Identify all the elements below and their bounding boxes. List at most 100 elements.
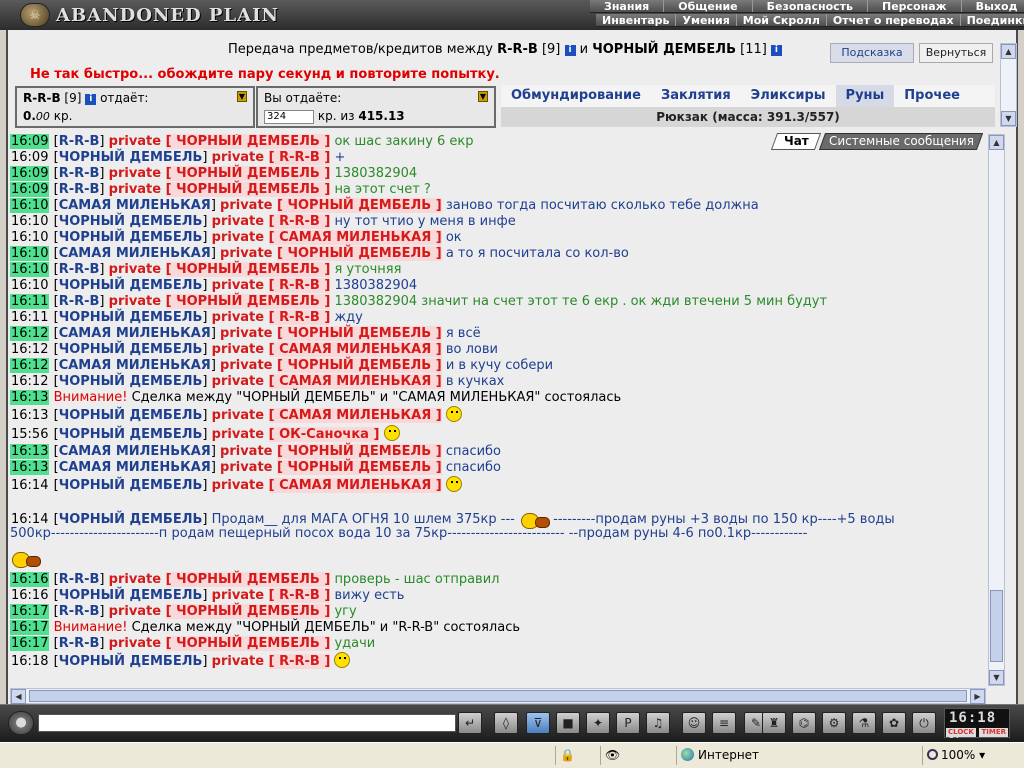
sender-nick[interactable]: ЧОРНЫЙ ДЕМБЕЛЬ: [59, 374, 203, 389]
give-amount-input[interactable]: [264, 109, 314, 124]
log-icon[interactable]: ≡: [712, 712, 736, 734]
recipient-nick[interactable]: [ ЧОРНЫЙ ДЕМБЕЛЬ ]: [165, 604, 331, 619]
recipient-nick[interactable]: [ R-R-B ]: [268, 588, 331, 603]
scroll-thumb[interactable]: [990, 590, 1003, 662]
recipient-nick[interactable]: [ ЧОРНЫЙ ДЕМБЕЛЬ ]: [165, 134, 331, 149]
shield-icon[interactable]: ▼: [237, 91, 247, 102]
recipient-nick[interactable]: [ САМАЯ МИЛЕНЬКАЯ ]: [268, 230, 442, 245]
recipient-nick[interactable]: [ ЧОРНЫЙ ДЕМБЕЛЬ ]: [277, 460, 442, 475]
scroll-right-icon[interactable]: ▶: [970, 689, 985, 704]
tab-inventory[interactable]: Обмундирование: [501, 85, 651, 107]
recipient-nick[interactable]: [ САМАЯ МИЛЕНЬКАЯ ]: [268, 374, 442, 389]
tab-inventory[interactable]: Руны: [835, 85, 895, 107]
sender-nick[interactable]: ЧОРНЫЙ ДЕМБЕЛЬ: [59, 342, 203, 357]
menu-item[interactable]: Общение: [664, 0, 753, 13]
sender-nick[interactable]: ЧОРНЫЙ ДЕМБЕЛЬ: [59, 150, 203, 165]
user1-name[interactable]: R-R-B: [497, 42, 538, 57]
sender-nick[interactable]: R-R-B: [59, 166, 100, 181]
recipient-nick[interactable]: [ ЧОРНЫЙ ДЕМБЕЛЬ ]: [277, 444, 442, 459]
scroll-left-icon[interactable]: ◀: [11, 689, 26, 704]
sender-nick[interactable]: САМАЯ МИЛЕНЬКАЯ: [59, 358, 211, 373]
recipient-nick[interactable]: [ САМАЯ МИЛЕНЬКАЯ ]: [268, 478, 442, 493]
recipient-nick[interactable]: [ ЧОРНЫЙ ДЕМБЕЛЬ ]: [165, 572, 331, 587]
header-scrollbar[interactable]: ▲ ▼: [1000, 43, 1017, 127]
menu-item[interactable]: Выход: [962, 0, 1024, 13]
shield-icon[interactable]: ▼: [478, 91, 488, 102]
recipient-nick[interactable]: [ ЧОРНЫЙ ДЕМБЕЛЬ ]: [165, 166, 331, 181]
potion-icon[interactable]: ⚗: [852, 712, 876, 734]
recipient-nick[interactable]: [ ЧОРНЫЙ ДЕМБЕЛЬ ]: [277, 358, 442, 373]
recipient-nick[interactable]: [ ЧОРНЫЙ ДЕМБЕЛЬ ]: [277, 326, 442, 341]
sound-icon[interactable]: ♫: [646, 712, 670, 734]
sender-nick[interactable]: ЧОРНЫЙ ДЕМБЕЛЬ: [59, 654, 203, 669]
sender-nick[interactable]: САМАЯ МИЛЕНЬКАЯ: [59, 444, 211, 459]
sender-nick[interactable]: ЧОРНЫЙ ДЕМБЕЛЬ: [59, 427, 203, 442]
scroll-down-icon[interactable]: ▼: [1001, 111, 1016, 126]
submenu-item[interactable]: Отчет о переводах: [827, 14, 961, 27]
exit-icon[interactable]: ⏻: [912, 712, 936, 734]
menu-item[interactable]: Безопасность: [753, 0, 868, 13]
chat-mode-icon[interactable]: ●: [8, 711, 34, 735]
menu-item[interactable]: Знания: [590, 0, 665, 13]
recipient-nick[interactable]: [ ЧОРНЫЙ ДЕМБЕЛЬ ]: [277, 198, 442, 213]
game-clock[interactable]: 16:18 37 CLOCKTIMER: [944, 708, 1010, 741]
hint-button[interactable]: Подсказка: [830, 43, 914, 63]
menu-item[interactable]: Персонаж: [868, 0, 962, 13]
fight-icon[interactable]: ✦: [586, 712, 610, 734]
recipient-nick[interactable]: [ R-R-B ]: [268, 150, 331, 165]
sender-nick[interactable]: ЧОРНЫЙ ДЕМБЕЛЬ: [59, 408, 203, 423]
recipient-nick[interactable]: [ ЧОРНЫЙ ДЕМБЕЛЬ ]: [165, 294, 331, 309]
partner-info-icon[interactable]: i: [85, 94, 97, 105]
submenu-item[interactable]: Умения: [676, 14, 737, 27]
submenu-item[interactable]: Поединки: [961, 14, 1024, 27]
recipient-nick[interactable]: [ ОК-Саночка ]: [268, 427, 380, 442]
sender-nick[interactable]: САМАЯ МИЛЕНЬКАЯ: [59, 246, 211, 261]
sender-nick[interactable]: R-R-B: [59, 262, 100, 277]
smiley-icon[interactable]: ☺: [682, 712, 706, 734]
enter-icon[interactable]: ↵: [458, 712, 482, 734]
recipient-nick[interactable]: [ ЧОРНЫЙ ДЕМБЕЛЬ ]: [165, 262, 331, 277]
sender-nick[interactable]: R-R-B: [59, 636, 100, 651]
recipient-nick[interactable]: [ ЧОРНЫЙ ДЕМБЕЛЬ ]: [277, 246, 442, 261]
sender-nick[interactable]: ЧОРНЫЙ ДЕМБЕЛЬ: [59, 230, 203, 245]
recipient-nick[interactable]: [ R-R-B ]: [268, 310, 331, 325]
scroll-icon[interactable]: ⌬: [792, 712, 816, 734]
back-button[interactable]: Вернуться: [919, 43, 993, 63]
sender-nick[interactable]: R-R-B: [59, 572, 100, 587]
recipient-nick[interactable]: [ R-R-B ]: [268, 278, 331, 293]
filter-icon[interactable]: ⊽: [526, 712, 550, 734]
zoom-control[interactable]: 100% ▾: [922, 746, 1020, 765]
submenu-item[interactable]: Инвентарь: [596, 14, 677, 27]
bookmark-icon[interactable]: ■: [556, 712, 580, 734]
settings-icon[interactable]: ⚙: [822, 712, 846, 734]
user1-info-icon[interactable]: i: [564, 45, 576, 56]
submenu-item[interactable]: Мой Скролл: [737, 14, 827, 27]
recipient-nick[interactable]: [ САМАЯ МИЛЕНЬКАЯ ]: [268, 408, 442, 423]
translit-icon[interactable]: P: [616, 712, 640, 734]
recipient-nick[interactable]: [ САМАЯ МИЛЕНЬКАЯ ]: [268, 342, 442, 357]
partner-name[interactable]: R-R-B: [23, 91, 61, 105]
chat-scrollbar[interactable]: ▲ ▼: [988, 134, 1005, 686]
sender-nick[interactable]: R-R-B: [59, 182, 100, 197]
tab-inventory[interactable]: Прочее: [894, 85, 970, 107]
eraser-icon[interactable]: ◊: [494, 712, 518, 734]
clan-icon[interactable]: ✿: [882, 712, 906, 734]
user2-name[interactable]: ЧОРНЫЙ ДЕМБЕЛЬ: [592, 42, 736, 57]
recipient-nick[interactable]: [ R-R-B ]: [268, 214, 331, 229]
sender-nick[interactable]: R-R-B: [59, 294, 100, 309]
chat-hscrollbar[interactable]: ◀ ▶: [10, 688, 986, 704]
hscroll-thumb[interactable]: [29, 690, 967, 702]
sender-nick[interactable]: САМАЯ МИЛЕНЬКАЯ: [59, 460, 211, 475]
chat-log[interactable]: 16:09 [R-R-B] private [ ЧОРНЫЙ ДЕМБЕЛЬ ]…: [10, 134, 986, 686]
sender-nick[interactable]: R-R-B: [59, 134, 100, 149]
scroll-up-icon[interactable]: ▲: [1001, 44, 1016, 59]
recipient-nick[interactable]: [ ЧОРНЫЙ ДЕМБЕЛЬ ]: [165, 182, 331, 197]
scroll-up-icon[interactable]: ▲: [989, 135, 1004, 150]
scroll-down-icon[interactable]: ▼: [989, 670, 1004, 685]
sender-nick[interactable]: ЧОРНЫЙ ДЕМБЕЛЬ: [59, 478, 203, 493]
recipient-nick[interactable]: [ ЧОРНЫЙ ДЕМБЕЛЬ ]: [165, 636, 331, 651]
sender-nick[interactable]: САМАЯ МИЛЕНЬКАЯ: [59, 326, 211, 341]
sender-nick[interactable]: ЧОРНЫЙ ДЕМБЕЛЬ: [59, 512, 203, 527]
sender-nick[interactable]: ЧОРНЫЙ ДЕМБЕЛЬ: [59, 278, 203, 293]
user2-info-icon[interactable]: i: [770, 45, 782, 56]
